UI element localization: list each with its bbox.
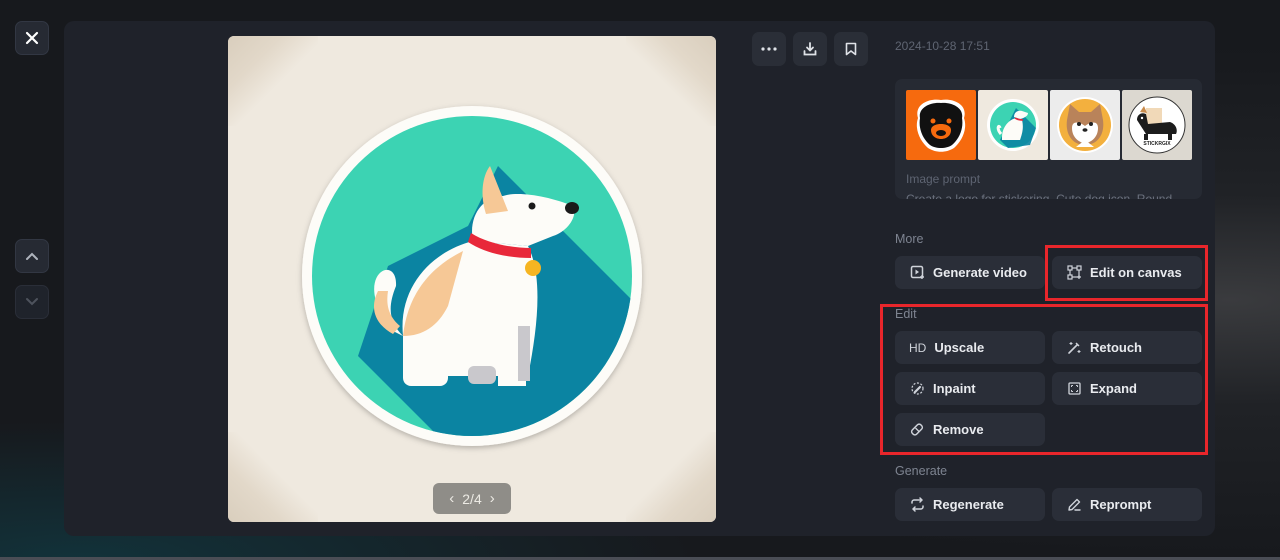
bookmark-icon bbox=[845, 42, 857, 56]
main-image: ‹ 2/4 › bbox=[228, 36, 716, 522]
remove-label: Remove bbox=[933, 422, 984, 437]
thumb-teal-dog[interactable] bbox=[978, 90, 1048, 160]
retouch-label: Retouch bbox=[1090, 340, 1142, 355]
regenerate-label: Regenerate bbox=[933, 497, 1004, 512]
generate-video-icon bbox=[909, 265, 925, 281]
close-button[interactable] bbox=[15, 21, 49, 55]
edit-on-canvas-label: Edit on canvas bbox=[1090, 265, 1182, 280]
section-more-label: More bbox=[895, 232, 924, 246]
prompt-card: STICKRGIX Image prompt Create a logo for… bbox=[895, 79, 1202, 199]
generate-video-label: Generate video bbox=[933, 265, 1027, 280]
previous-image-button[interactable] bbox=[15, 239, 49, 273]
more-options-button[interactable] bbox=[752, 32, 786, 66]
svg-text:STICKRGIX: STICKRGIX bbox=[1143, 141, 1171, 147]
magic-wand-icon bbox=[1066, 340, 1082, 356]
reprompt-button[interactable]: Reprompt bbox=[1052, 488, 1202, 521]
remove-button[interactable]: Remove bbox=[895, 413, 1045, 446]
thumb-orange-dog[interactable] bbox=[906, 90, 976, 160]
bookmark-button[interactable] bbox=[834, 32, 868, 66]
edit-canvas-icon bbox=[1066, 265, 1082, 281]
reprompt-label: Reprompt bbox=[1090, 497, 1152, 512]
prompt-label: Image prompt bbox=[906, 172, 981, 186]
pencil-icon bbox=[1066, 497, 1082, 513]
download-button[interactable] bbox=[793, 32, 827, 66]
image-pager: ‹ 2/4 › bbox=[433, 483, 511, 514]
pager-count: 2/4 bbox=[462, 490, 482, 507]
timestamp: 2024-10-28 17:51 bbox=[895, 39, 990, 53]
inpaint-button[interactable]: Inpaint bbox=[895, 372, 1045, 405]
upscale-button[interactable]: HD Upscale bbox=[895, 331, 1045, 364]
thumbnail-strip: STICKRGIX bbox=[906, 90, 1192, 160]
section-edit-label: Edit bbox=[895, 307, 917, 321]
thumb-shiba[interactable] bbox=[1050, 90, 1120, 160]
retouch-button[interactable]: Retouch bbox=[1052, 331, 1202, 364]
inpaint-brush-icon bbox=[909, 381, 925, 397]
inpaint-label: Inpaint bbox=[933, 381, 976, 396]
edit-on-canvas-button[interactable]: Edit on canvas bbox=[1052, 256, 1202, 289]
dog-sticker-illustration bbox=[302, 106, 642, 446]
expand-button[interactable]: Expand bbox=[1052, 372, 1202, 405]
section-generate-label: Generate bbox=[895, 464, 948, 478]
prompt-text: Create a logo for stickering. Cute dog i… bbox=[906, 192, 1173, 199]
thumb-stickergix[interactable]: STICKRGIX bbox=[1122, 90, 1192, 160]
next-image-button[interactable] bbox=[15, 285, 49, 319]
expand-label: Expand bbox=[1090, 381, 1137, 396]
chevron-up-icon bbox=[26, 252, 38, 260]
chevron-down-icon bbox=[26, 298, 38, 306]
download-icon bbox=[803, 42, 817, 56]
regenerate-button[interactable]: Regenerate bbox=[895, 488, 1045, 521]
expand-icon bbox=[1066, 381, 1082, 397]
hd-icon: HD bbox=[909, 340, 927, 355]
regenerate-icon bbox=[909, 497, 925, 513]
eraser-icon bbox=[909, 422, 925, 438]
generate-video-button[interactable]: Generate video bbox=[895, 256, 1045, 289]
close-icon bbox=[25, 31, 39, 45]
more-icon bbox=[761, 47, 777, 51]
upscale-label: Upscale bbox=[934, 340, 985, 355]
pager-prev-arrow[interactable]: ‹ bbox=[449, 491, 454, 506]
pager-next-arrow[interactable]: › bbox=[490, 491, 495, 506]
